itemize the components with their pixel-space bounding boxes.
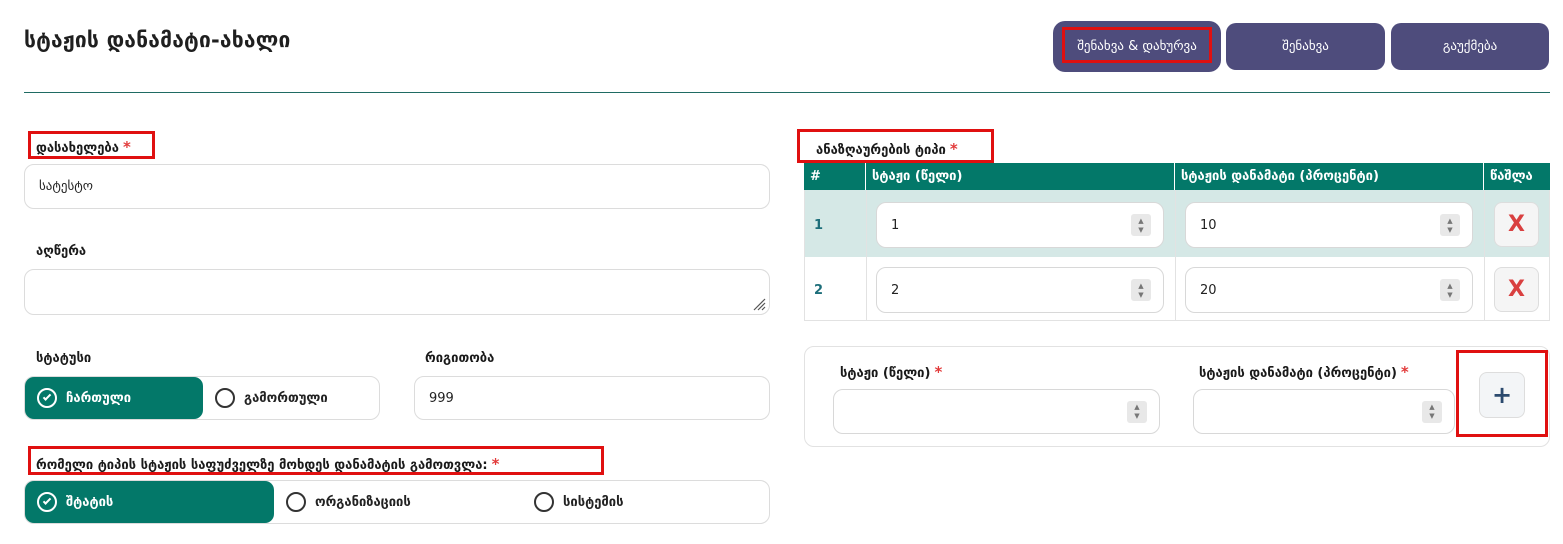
calc-type-label: ანაზღაურების ტიპი *	[816, 140, 958, 158]
calc-basis-toggle: შტატის ორგანიზაციის სისტემის	[24, 480, 770, 524]
name-input[interactable]: სატესტო	[24, 164, 770, 209]
percent-input[interactable]: 10 ▲ ▼	[1185, 202, 1473, 248]
header-divider	[24, 92, 1550, 93]
spinner-icon[interactable]: ▲ ▼	[1440, 214, 1460, 236]
required-mark: *	[934, 363, 943, 381]
spinner-icon[interactable]: ▲ ▼	[1127, 400, 1147, 423]
new-percent-label: სტაჟის დანამატი (პროცენტი) *	[1199, 363, 1409, 381]
resize-grip-icon[interactable]	[752, 297, 766, 311]
description-label: აღწერა	[36, 244, 87, 259]
add-row-button[interactable]: +	[1479, 372, 1525, 418]
percent-value: 20	[1200, 282, 1217, 298]
name-label-text: დასახელება	[36, 141, 119, 156]
row-number: 1	[814, 218, 824, 233]
calc-basis-option-system[interactable]: სისტემის	[522, 481, 769, 523]
description-textarea[interactable]	[24, 269, 770, 315]
table-header-years: სტაჟი (წელი)	[866, 163, 1175, 190]
years-value: 1	[891, 217, 900, 233]
table-border	[866, 190, 867, 321]
new-percent-input[interactable]: ▲ ▼	[1193, 389, 1455, 434]
row-number: 2	[814, 283, 824, 298]
calc-basis-option-org[interactable]: ორგანიზაციის	[274, 481, 522, 523]
name-value: სატესტო	[39, 179, 94, 194]
table-border	[1175, 190, 1176, 321]
years-value: 2	[891, 282, 900, 298]
delete-row-button[interactable]: X	[1494, 202, 1539, 247]
status-label: სტატუსი	[36, 351, 92, 366]
order-input[interactable]: 999	[414, 376, 770, 420]
required-mark: *	[949, 140, 958, 158]
delete-label: X	[1508, 277, 1525, 302]
required-mark: *	[1400, 363, 1409, 381]
spinner-icon[interactable]: ▲ ▼	[1131, 214, 1151, 236]
calc-basis-option-staff[interactable]: შტატის	[25, 481, 274, 523]
radio-icon	[215, 388, 235, 408]
check-icon	[37, 492, 57, 512]
check-icon	[37, 388, 57, 408]
radio-icon	[534, 492, 554, 512]
calc-basis-label: რომელი ტიპის სტაჟის საფუძველზე მოხდეს და…	[36, 455, 499, 473]
radio-icon	[286, 492, 306, 512]
save-close-button[interactable]: შენახვა & დახურვა	[1055, 23, 1219, 70]
status-option-off[interactable]: გამორთული	[203, 377, 379, 419]
new-years-input[interactable]: ▲ ▼	[833, 389, 1160, 434]
table-header-num: #	[804, 163, 866, 190]
save-label: შენახვა	[1282, 39, 1329, 54]
new-years-label-text: სტაჟი (წელი)	[840, 366, 931, 381]
spinner-icon[interactable]: ▲ ▼	[1131, 279, 1151, 301]
add-label: +	[1491, 381, 1513, 409]
table-border	[1549, 190, 1550, 321]
new-years-label: სტაჟი (წელი) *	[840, 363, 942, 381]
calc-basis-label-text: რომელი ტიპის სტაჟის საფუძველზე მოხდეს და…	[36, 458, 488, 473]
save-close-label: შენახვა & დახურვა	[1077, 39, 1197, 54]
order-label: რიგითობა	[425, 351, 495, 366]
table-header-percent: სტაჟის დანამატი (პროცენტი)	[1175, 163, 1484, 190]
spinner-icon[interactable]: ▲ ▼	[1422, 400, 1442, 423]
status-option-on[interactable]: ჩართული	[25, 377, 203, 419]
cancel-button[interactable]: გაუქმება	[1391, 23, 1549, 70]
calc-type-label-text: ანაზღაურების ტიპი	[816, 143, 946, 158]
delete-label: X	[1508, 212, 1525, 237]
years-input[interactable]: 1 ▲ ▼	[876, 202, 1164, 248]
calc-basis-system-label: სისტემის	[563, 494, 624, 510]
percent-input[interactable]: 20 ▲ ▼	[1185, 267, 1473, 313]
spinner-icon[interactable]: ▲ ▼	[1440, 279, 1460, 301]
new-percent-label-text: სტაჟის დანამატი (პროცენტი)	[1199, 366, 1397, 381]
delete-row-button[interactable]: X	[1494, 267, 1539, 312]
required-mark: *	[491, 455, 500, 473]
name-label: დასახელება *	[36, 138, 131, 156]
page-title: სტაჟის დანამატი-ახალი	[24, 28, 291, 52]
table-header-delete: წაშლა	[1484, 163, 1550, 190]
table-border	[1484, 190, 1485, 321]
table-border	[804, 190, 805, 321]
order-value: 999	[429, 390, 454, 406]
save-button[interactable]: შენახვა	[1226, 23, 1385, 70]
status-toggle: ჩართული გამორთული	[24, 376, 380, 420]
status-on-label: ჩართული	[66, 390, 132, 406]
years-input[interactable]: 2 ▲ ▼	[876, 267, 1164, 313]
cancel-label: გაუქმება	[1442, 39, 1498, 54]
status-off-label: გამორთული	[244, 390, 328, 406]
calc-basis-staff-label: შტატის	[66, 494, 114, 510]
calc-basis-org-label: ორგანიზაციის	[315, 494, 411, 510]
required-mark: *	[122, 138, 131, 156]
percent-value: 10	[1200, 217, 1217, 233]
